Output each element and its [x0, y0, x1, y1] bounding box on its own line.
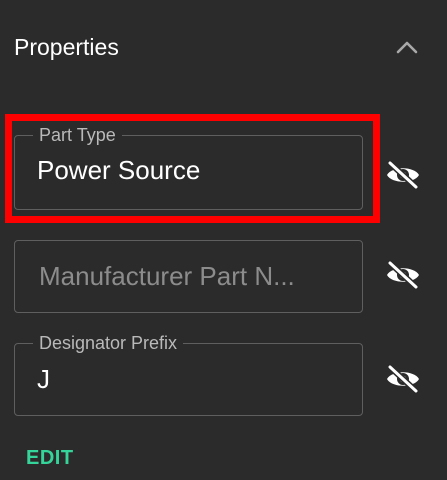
eye-off-icon[interactable]: [385, 363, 421, 395]
properties-header[interactable]: Properties: [0, 0, 447, 94]
chevron-up-icon[interactable]: [394, 36, 420, 58]
designator-prefix-field[interactable]: Designator Prefix J: [14, 333, 363, 416]
part-type-value[interactable]: Power Source: [37, 154, 200, 186]
designator-prefix-label: Designator Prefix: [33, 333, 184, 353]
eye-off-icon[interactable]: [385, 159, 421, 191]
part-type-field[interactable]: Part Type Power Source: [14, 125, 363, 210]
section-title: Properties: [14, 34, 119, 60]
eye-off-icon[interactable]: [385, 259, 421, 291]
part-type-label: Part Type: [33, 125, 122, 145]
edit-button[interactable]: EDIT: [26, 445, 74, 471]
manufacturer-part-number-field[interactable]: Manufacturer Part N...: [14, 240, 363, 313]
manufacturer-part-number-placeholder[interactable]: Manufacturer Part N...: [39, 260, 295, 292]
designator-prefix-value[interactable]: J: [37, 363, 50, 395]
